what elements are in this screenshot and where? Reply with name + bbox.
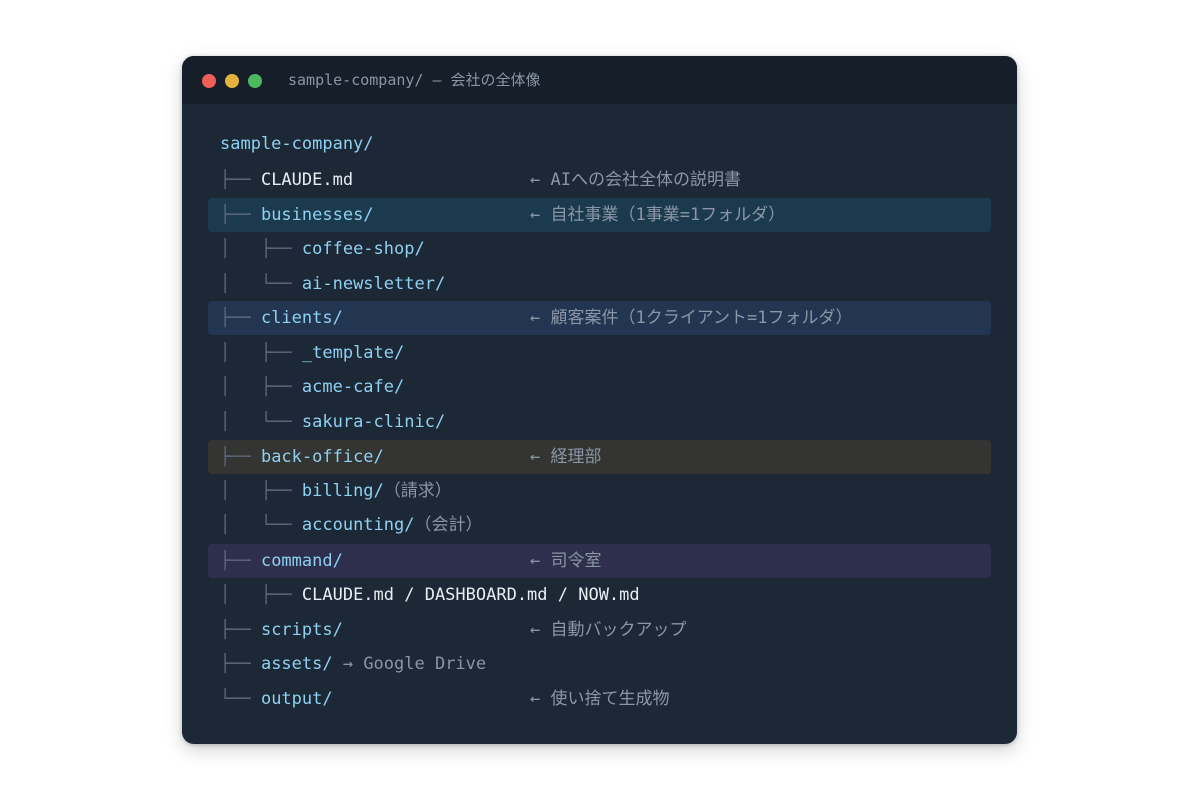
tree-branch: ├── [220,170,261,190]
folder-name[interactable]: command/ [261,551,343,571]
tree-row-businesses: ├── businesses/ ← 自社事業（1事業=1フォルダ） [220,198,1000,232]
folder-name[interactable]: ai-newsletter/ [302,274,445,294]
folder-name[interactable]: sakura-clinic/ [302,412,445,432]
tree-row-clients: ├── clients/ ← 顧客案件（1クライアント=1フォルダ） [220,301,1000,335]
row-comment: （会計） [414,515,483,535]
tree-row-coffee-shop: │ ├── coffee-shop/ [220,232,425,266]
tree-branch: ├── [220,308,261,328]
tree-branch: │ └── [220,274,302,294]
tree-root: sample-company/ [220,127,374,161]
folder-name[interactable]: _template/ [302,343,404,363]
row-comment: （請求） [383,481,452,501]
tree-branch: │ └── [220,412,302,432]
row-comment: ← 使い捨て生成物 [530,689,670,709]
folder-name[interactable]: coffee-shop/ [302,239,425,259]
row-comment: ← AIへの会社全体の説明書 [530,170,741,190]
file-name[interactable]: CLAUDE.md [261,170,353,190]
tree-row-command: ├── command/ ← 司令室 [220,544,1000,578]
minimize-button[interactable] [225,74,239,88]
tree-row-scripts: ├── scripts/ ← 自動バックアップ [220,613,1000,647]
tree-branch: ├── [220,205,261,225]
tree-branch: ├── [220,654,261,674]
tree-row-template: │ ├── _template/ [220,336,404,370]
row-comment: ← 経理部 [530,447,602,467]
tree-branch: │ ├── [220,343,302,363]
tree-branch: │ ├── [220,481,302,501]
maximize-button[interactable] [248,74,262,88]
tree-branch: ├── [220,620,261,640]
tree-branch: │ └── [220,515,302,535]
tree-branch: │ ├── [220,585,302,605]
close-button[interactable] [202,74,216,88]
folder-name[interactable]: assets/ [261,654,333,674]
folder-name[interactable]: accounting/ [302,515,415,535]
file-names[interactable]: CLAUDE.md / DASHBOARD.md / NOW.md [302,585,640,605]
folder-name[interactable]: output/ [261,689,333,709]
folder-name[interactable]: scripts/ [261,620,343,640]
tree-branch: │ ├── [220,377,302,397]
tree-row-accounting: │ └── accounting/（会計） [220,508,482,542]
tree-row-assets: ├── assets/ → Google Drive [220,647,486,681]
row-comment: ← 顧客案件（1クライアント=1フォルダ） [530,308,853,328]
tree-row-billing: │ ├── billing/（請求） [220,474,452,508]
root-folder-name[interactable]: sample-company/ [220,134,374,154]
row-comment: ← 司令室 [530,551,602,571]
folder-name[interactable]: billing/ [302,481,384,501]
folder-name[interactable]: clients/ [261,308,343,328]
folder-name[interactable]: back-office/ [261,447,384,467]
tree-row-ai-newsletter: │ └── ai-newsletter/ [220,267,445,301]
tree-branch: ├── [220,551,261,571]
row-comment: → Google Drive [332,654,487,674]
tree-row-output: └── output/ ← 使い捨て生成物 [220,682,1000,716]
tree-branch: │ ├── [220,239,302,259]
terminal-window: sample-company/ — 会社の全体像 sample-company/… [182,56,1017,744]
row-comment: ← 自動バックアップ [530,620,687,640]
tree-row-claude-md: ├── CLAUDE.md ← AIへの会社全体の説明書 [220,163,1000,197]
tree-branch: └── [220,689,261,709]
window-title: sample-company/ — 会社の全体像 [288,71,541,89]
tree-branch: ├── [220,447,261,467]
row-comment: ← 自社事業（1事業=1フォルダ） [530,205,786,225]
title-bar: sample-company/ — 会社の全体像 [182,56,1017,104]
folder-name[interactable]: acme-cafe/ [302,377,404,397]
tree-row-acme-cafe: │ ├── acme-cafe/ [220,370,404,404]
tree-row-back-office: ├── back-office/ ← 経理部 [220,440,1000,474]
tree-row-sakura-clinic: │ └── sakura-clinic/ [220,405,445,439]
folder-name[interactable]: businesses/ [261,205,374,225]
tree-row-command-files: │ ├── CLAUDE.md / DASHBOARD.md / NOW.md [220,578,640,612]
